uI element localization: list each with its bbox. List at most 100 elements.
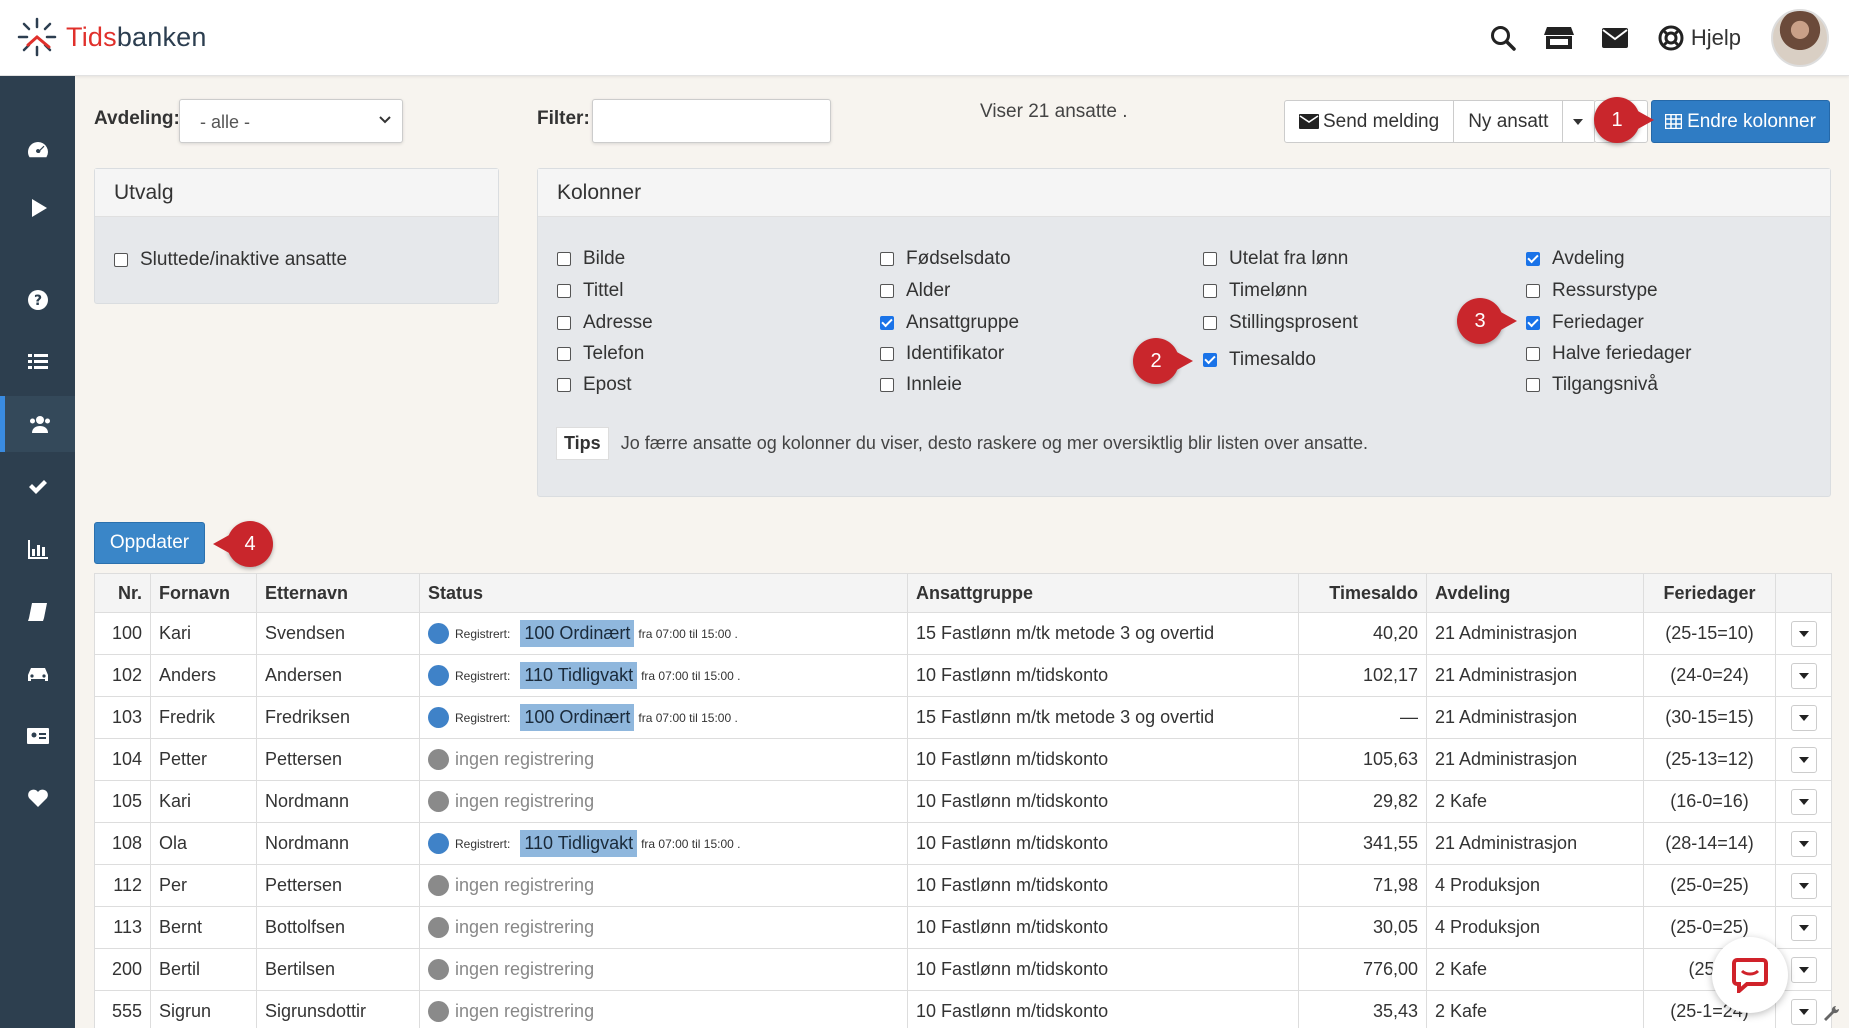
new-employee-dropdown-button[interactable] <box>1563 100 1597 143</box>
envelope-icon[interactable] <box>1587 10 1643 66</box>
column-checkbox-feriedager[interactable] <box>1526 316 1540 330</box>
column-checkbox-innleie[interactable] <box>880 378 894 392</box>
table-row[interactable]: 113 Bernt Bottolfsen ingen registrering 10 F… <box>94 906 1832 949</box>
showing-count: Viser 21 ansatte . <box>980 101 1128 122</box>
cell-first-name: Kari <box>150 780 257 823</box>
help-link[interactable]: Hjelp <box>1651 10 1741 66</box>
change-columns-button[interactable]: Endre kolonner <box>1651 100 1830 143</box>
row-menu-button[interactable] <box>1790 704 1817 731</box>
table-row[interactable]: 112 Per Pettersen ingen registrering 10 Fast… <box>94 864 1832 907</box>
table-row[interactable]: 103 Fredrik Fredriksen Registrert: 100 Ordin… <box>94 696 1832 739</box>
row-menu-button[interactable] <box>1790 998 1817 1025</box>
id-card-icon[interactable] <box>0 708 75 764</box>
column-option-alder[interactable]: Alder <box>880 280 950 302</box>
filter-input[interactable] <box>592 99 831 143</box>
column-checkbox-timelønn[interactable] <box>1203 284 1217 298</box>
header-vacation-days[interactable]: Feriedager <box>1643 573 1776 613</box>
row-menu-button[interactable] <box>1790 788 1817 815</box>
column-checkbox-stillingsprosent[interactable] <box>1203 316 1217 330</box>
status-dot <box>428 917 449 938</box>
users-icon[interactable] <box>0 396 75 452</box>
new-employee-button[interactable]: Ny ansatt <box>1454 100 1564 143</box>
column-option-tilgangsnivå[interactable]: Tilgangsnivå <box>1526 374 1658 396</box>
header-nr[interactable]: Nr. <box>94 573 151 613</box>
row-menu-button[interactable] <box>1790 956 1817 983</box>
header-first-name[interactable]: Fornavn <box>150 573 257 613</box>
column-option-fødselsdato[interactable]: Fødselsdato <box>880 248 1011 270</box>
row-menu-button[interactable] <box>1790 662 1817 689</box>
column-option-tittel[interactable]: Tittel <box>557 280 623 302</box>
inactive-employees-option[interactable]: Sluttede/inaktive ansatte <box>114 249 347 271</box>
column-checkbox-fødselsdato[interactable] <box>880 252 894 266</box>
column-checkbox-ressurstype[interactable] <box>1526 284 1540 298</box>
column-option-ansattgruppe[interactable]: Ansattgruppe <box>880 312 1019 334</box>
header-hour-balance[interactable]: Timesaldo <box>1298 573 1427 613</box>
column-checkbox-epost[interactable] <box>557 378 571 392</box>
column-option-ressurstype[interactable]: Ressurstype <box>1526 280 1658 302</box>
header-employee-group[interactable]: Ansattgruppe <box>907 573 1299 613</box>
dashboard-icon[interactable] <box>0 123 75 179</box>
column-checkbox-utelat-fra-lønn[interactable] <box>1203 252 1217 266</box>
play-icon[interactable] <box>0 180 75 236</box>
check-icon[interactable] <box>0 459 75 515</box>
column-option-halve-feriedager[interactable]: Halve feriedager <box>1526 343 1691 365</box>
header-last-name[interactable]: Etternavn <box>256 573 420 613</box>
header-status[interactable]: Status <box>419 573 908 613</box>
logo[interactable]: Tidsbanken <box>16 16 207 58</box>
column-option-adresse[interactable]: Adresse <box>557 312 653 334</box>
table-row[interactable]: 100 Kari Svendsen Registrert: 100 Ordinært fr… <box>94 612 1832 655</box>
column-checkbox-avdeling[interactable] <box>1526 252 1540 266</box>
column-checkbox-alder[interactable] <box>880 284 894 298</box>
column-option-timelønn[interactable]: Timelønn <box>1203 280 1307 302</box>
row-menu-button[interactable] <box>1790 872 1817 899</box>
column-checkbox-timesaldo[interactable] <box>1203 353 1217 367</box>
column-checkbox-bilde[interactable] <box>557 252 571 266</box>
bar-chart-icon[interactable] <box>0 521 75 577</box>
table-row[interactable]: 104 Petter Pettersen ingen registrering 10 F… <box>94 738 1832 781</box>
column-checkbox-telefon[interactable] <box>557 347 571 361</box>
chat-widget-button[interactable] <box>1712 937 1788 1013</box>
inactive-employees-checkbox[interactable] <box>114 253 128 267</box>
column-checkbox-ansattgruppe[interactable] <box>880 316 894 330</box>
column-option-telefon[interactable]: Telefon <box>557 343 644 365</box>
shift-badge: 100 Ordinært <box>520 704 635 731</box>
column-checkbox-halve-feriedager[interactable] <box>1526 347 1540 361</box>
row-menu-button[interactable] <box>1790 620 1817 647</box>
table-row[interactable]: 102 Anders Andersen Registrert: 110 Tidligva… <box>94 654 1832 697</box>
column-option-bilde[interactable]: Bilde <box>557 248 625 270</box>
column-option-innleie[interactable]: Innleie <box>880 374 962 396</box>
row-menu-button[interactable] <box>1790 914 1817 941</box>
column-checkbox-identifikator[interactable] <box>880 347 894 361</box>
change-columns-label: Endre kolonner <box>1687 110 1816 132</box>
wrench-icon[interactable] <box>1822 1005 1840 1028</box>
avatar[interactable] <box>1771 9 1829 67</box>
row-menu-button[interactable] <box>1790 746 1817 773</box>
table-row[interactable]: 555 Sigrun Sigrunsdottir ingen registrering… <box>94 990 1832 1028</box>
list-icon[interactable] <box>0 334 75 390</box>
department-select[interactable]: - alle - <box>179 99 403 143</box>
table-row[interactable]: 105 Kari Nordmann ingen registrering 10 Fast… <box>94 780 1832 823</box>
header-department[interactable]: Avdeling <box>1426 573 1644 613</box>
column-option-timesaldo[interactable]: Timesaldo <box>1203 349 1316 371</box>
column-option-epost[interactable]: Epost <box>557 374 632 396</box>
column-checkbox-adresse[interactable] <box>557 316 571 330</box>
update-button[interactable]: Oppdater <box>94 522 205 564</box>
column-option-feriedager[interactable]: Feriedager <box>1526 312 1644 334</box>
search-icon[interactable] <box>1475 10 1531 66</box>
heart-icon[interactable] <box>0 770 75 826</box>
car-icon[interactable] <box>0 646 75 702</box>
column-option-utelat-fra-lønn[interactable]: Utelat fra lønn <box>1203 248 1348 270</box>
column-option-stillingsprosent[interactable]: Stillingsprosent <box>1203 312 1358 334</box>
store-icon[interactable] <box>1531 10 1587 66</box>
book-icon[interactable] <box>0 584 75 640</box>
table-row[interactable]: 200 Bertil Bertilsen ingen registrering 10 F… <box>94 948 1832 991</box>
row-menu-button[interactable] <box>1790 830 1817 857</box>
column-checkbox-tittel[interactable] <box>557 284 571 298</box>
column-option-avdeling[interactable]: Avdeling <box>1526 248 1625 270</box>
question-icon[interactable]: ? <box>0 272 75 328</box>
table-row[interactable]: 108 Ola Nordmann Registrert: 110 Tidligvakt f… <box>94 822 1832 865</box>
column-checkbox-tilgangsnivå[interactable] <box>1526 378 1540 392</box>
cell-nr: 100 <box>94 612 151 655</box>
column-option-identifikator[interactable]: Identifikator <box>880 343 1004 365</box>
send-message-button[interactable]: Send melding <box>1284 100 1455 143</box>
